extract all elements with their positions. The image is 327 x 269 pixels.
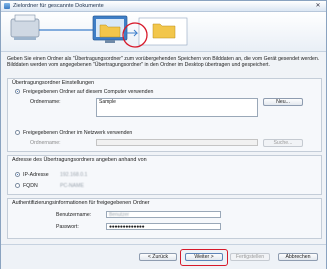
search-folder-button[interactable]: Suche... — [263, 139, 303, 147]
ip-address-radio[interactable] — [15, 172, 20, 177]
dialog-window: Zielordner für gescannte Dokumente ✕ Geb… — [0, 0, 327, 269]
address-group: Adresse des Übertragungsordners angeben … — [7, 155, 322, 195]
fqdn-radio[interactable] — [15, 183, 20, 188]
transfer-illustration — [10, 14, 188, 48]
close-icon[interactable]: ✕ — [312, 2, 324, 10]
password-field[interactable]: ●●●●●●●●●●●●● — [106, 223, 221, 230]
description-text: Geben Sie einen Ordner als "Übertragungs… — [7, 56, 320, 69]
folder-settings-group: Übertragungsordner Einstellungen Freigeg… — [7, 78, 322, 152]
password-label: Passwort: — [56, 224, 79, 230]
network-folder-radio[interactable] — [15, 130, 20, 135]
username-value: Benutzer — [109, 212, 130, 218]
app-icon — [4, 3, 10, 9]
desktop-folder-icon — [152, 23, 176, 39]
printer-icon — [10, 14, 40, 40]
local-folder-radio[interactable] — [15, 89, 20, 94]
header-illustration — [1, 12, 326, 52]
footer-bar: < Zurück Weiter > Fertigstellen Abbreche… — [1, 244, 326, 269]
local-folder-name-label: Ordnername: — [30, 99, 61, 105]
next-button-highlight — [180, 249, 228, 266]
auth-title: Authentifizierungsinformationen für frei… — [12, 200, 150, 206]
network-folder-option-label: Freigegebenen Ordner im Netzwerk verwend… — [23, 130, 133, 136]
back-button[interactable]: < Zurück — [139, 253, 177, 261]
cancel-button[interactable]: Abbrechen — [278, 253, 318, 261]
local-folder-option-label: Freigegebenen Ordner auf diesem Computer… — [23, 89, 154, 95]
network-folder-name-label: Ordnername: — [30, 140, 61, 146]
window-title: Zielordner für gescannte Dokumente — [13, 3, 104, 9]
new-folder-button[interactable]: Neu... — [263, 98, 303, 106]
title-bar: Zielordner für gescannte Dokumente ✕ — [1, 1, 326, 12]
local-folder-name-field[interactable]: Sample — [96, 98, 258, 117]
fqdn-label: FQDN — [23, 183, 38, 189]
ip-address-label: IP-Adresse — [23, 172, 49, 178]
username-field[interactable]: Benutzer — [106, 211, 221, 218]
fqdn-value: PC-NAME — [60, 183, 84, 189]
ip-address-value: 192.168.0.1 — [60, 172, 88, 178]
auth-group: Authentifizierungsinformationen für frei… — [7, 198, 322, 239]
folder-settings-title: Übertragungsordner Einstellungen — [12, 80, 95, 86]
transfer-folder-icon — [99, 24, 121, 38]
username-label: Benutzername: — [56, 212, 92, 218]
network-folder-name-field[interactable] — [96, 139, 258, 146]
address-title: Adresse des Übertragungsordners angeben … — [12, 157, 147, 163]
finish-button[interactable]: Fertigstellen — [230, 253, 270, 261]
